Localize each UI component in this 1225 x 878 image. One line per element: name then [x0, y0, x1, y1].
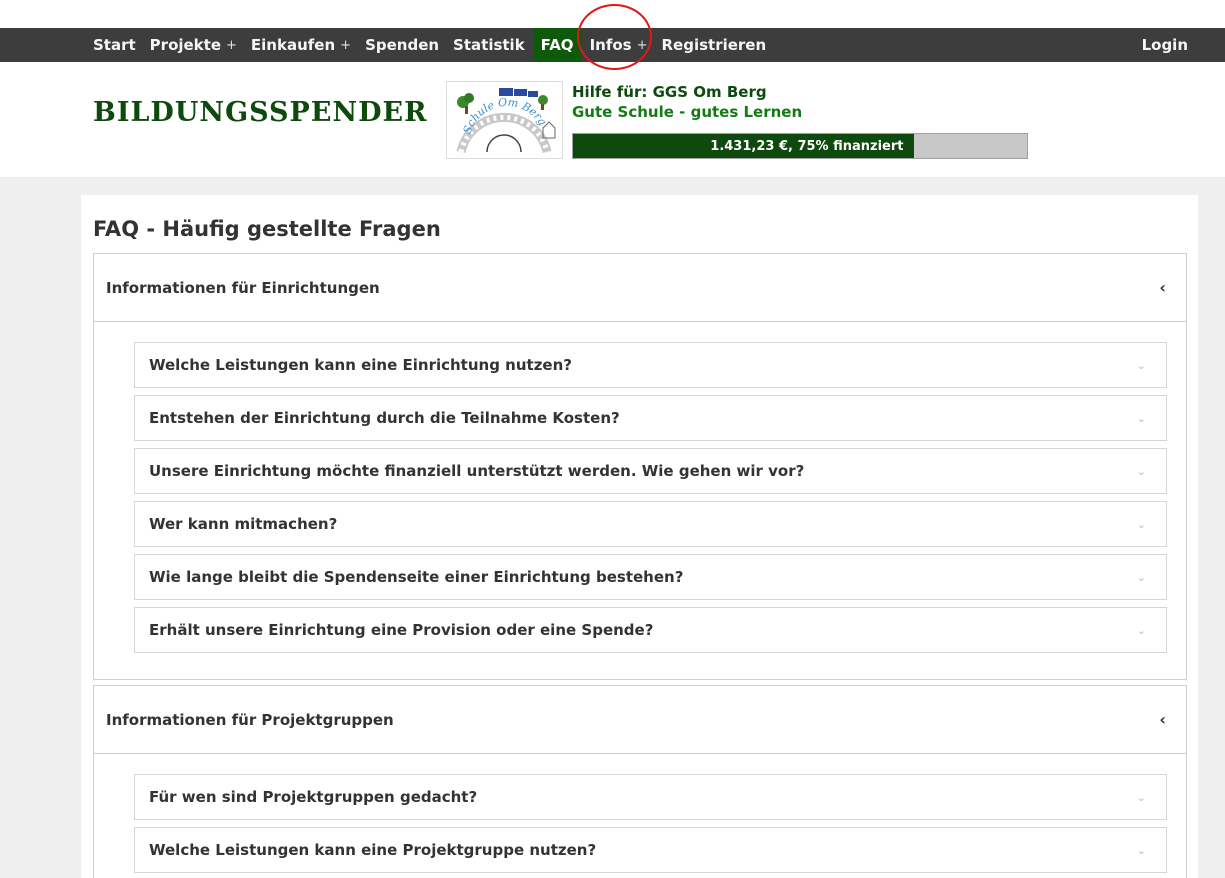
nav-label: Statistik: [453, 36, 525, 54]
faq-question[interactable]: Welche Leistungen kann eine Projektgrupp…: [134, 827, 1167, 873]
chevron-down-icon: ⌄: [1136, 517, 1146, 531]
nav-item-projekte[interactable]: Projekte +: [150, 36, 237, 54]
faq-question[interactable]: Unsere Einrichtung möchte finanziell unt…: [134, 448, 1167, 494]
login-link[interactable]: Login: [1142, 28, 1188, 62]
page-title: FAQ - Häufig gestellte Fragen: [93, 217, 441, 241]
nav-menu: Start Projekte + Einkaufen + Spenden Stati…: [93, 28, 780, 62]
section-title: Informationen für Einrichtungen: [106, 278, 380, 297]
faq-question[interactable]: Entstehen der Einrichtung durch die Teil…: [134, 395, 1167, 441]
question-text: Wie lange bleibt die Spendenseite einer …: [149, 568, 684, 586]
question-list: Welche Leistungen kann eine Einrichtung …: [94, 322, 1186, 653]
section-header[interactable]: Informationen für Projektgruppen ‹: [94, 686, 1186, 754]
funding-progress-fill: 1.431,23 €, 75% finanziert: [573, 134, 914, 158]
annotation-circle: [577, 4, 652, 70]
chevron-down-icon: ⌄: [1136, 358, 1146, 372]
question-text: Welche Leistungen kann eine Projektgrupp…: [149, 841, 597, 859]
faq-question[interactable]: Wie lange bleibt die Spendenseite einer …: [134, 554, 1167, 600]
chevron-down-icon: ⌄: [1136, 570, 1146, 584]
faq-question[interactable]: Welche Leistungen kann eine Einrichtung …: [134, 342, 1167, 388]
chevron-down-icon: ⌄: [1136, 411, 1146, 425]
chevron-down-icon: ⌄: [1136, 623, 1146, 637]
nav-item-statistik[interactable]: Statistik: [453, 36, 525, 54]
nav-label: Spenden: [365, 36, 440, 54]
chevron-left-icon: ‹: [1159, 278, 1166, 297]
project-subtitle[interactable]: Gute Schule - gutes Lernen: [572, 103, 802, 121]
nav-label: Projekte: [149, 36, 222, 54]
nav-item-registrieren[interactable]: Registrieren: [662, 36, 767, 54]
question-text: Für wen sind Projektgruppen gedacht?: [149, 788, 478, 806]
nav-item-spenden[interactable]: Spenden: [365, 36, 439, 54]
faq-question[interactable]: Erhält unsere Einrichtung eine Provision…: [134, 607, 1167, 653]
question-text: Unsere Einrichtung möchte finanziell unt…: [149, 462, 805, 480]
faq-section-projektgruppen: Informationen für Projektgruppen ‹ Für w…: [93, 685, 1187, 878]
chevron-down-icon: ⌄: [1136, 790, 1146, 804]
plus-icon: +: [340, 37, 352, 53]
question-text: Erhält unsere Einrichtung eine Provision…: [149, 621, 654, 639]
faq-question[interactable]: Für wen sind Projektgruppen gedacht? ⌄: [134, 774, 1167, 820]
section-title: Informationen für Projektgruppen: [106, 710, 394, 729]
nav-label: Registrieren: [661, 36, 767, 54]
chevron-down-icon: ⌄: [1136, 843, 1146, 857]
site-logo-text[interactable]: BILDUNGSSPENDER: [93, 97, 428, 128]
nav-label: Einkaufen: [250, 36, 336, 54]
section-header[interactable]: Informationen für Einrichtungen ‹: [94, 254, 1186, 322]
nav-item-faq[interactable]: FAQ: [532, 28, 582, 62]
school-logo: Schule Om Berg: [446, 81, 563, 159]
question-text: Welche Leistungen kann eine Einrichtung …: [149, 356, 572, 374]
chevron-down-icon: ⌄: [1136, 464, 1146, 478]
question-text: Entstehen der Einrichtung durch die Teil…: [149, 409, 620, 427]
nav-item-einkaufen[interactable]: Einkaufen +: [251, 36, 351, 54]
question-list: Für wen sind Projektgruppen gedacht? ⌄ W…: [94, 754, 1186, 873]
faq-question[interactable]: Wer kann mitmachen? ⌄: [134, 501, 1167, 547]
chevron-left-icon: ‹: [1159, 710, 1166, 729]
funding-progress-label: 1.431,23 €, 75% finanziert: [710, 138, 904, 154]
question-text: Wer kann mitmachen?: [149, 515, 338, 533]
nav-label: Start: [93, 36, 136, 54]
nav-label: FAQ: [540, 36, 574, 54]
faq-section-einrichtungen: Informationen für Einrichtungen ‹ Welche…: [93, 253, 1187, 680]
plus-icon: +: [226, 37, 237, 53]
help-for-label[interactable]: Hilfe für: GGS Om Berg: [572, 83, 767, 101]
funding-progress-bar: 1.431,23 €, 75% finanziert: [572, 133, 1028, 159]
nav-item-start[interactable]: Start: [93, 36, 136, 54]
